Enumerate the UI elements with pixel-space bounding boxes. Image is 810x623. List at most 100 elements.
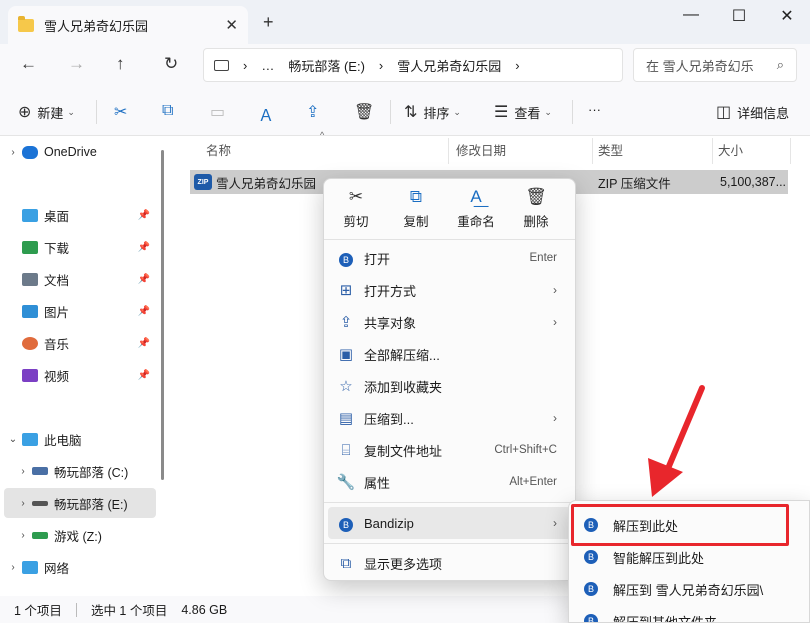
menu-item-show-more[interactable]: ⧉ 显示更多选项: [328, 547, 571, 579]
view-button[interactable]: ☰ 查看 ⌄: [494, 102, 552, 122]
folder-tab[interactable]: 雪人兄弟奇幻乐园 ✕: [8, 6, 248, 44]
sidebar-item-label: 畅玩部落 (C:): [54, 465, 129, 480]
column-divider[interactable]: [592, 138, 593, 164]
context-rename-button[interactable]: A͟ 重命名: [446, 187, 506, 230]
sidebar-item-drive-e[interactable]: › 畅玩部落 (E:): [4, 488, 156, 518]
maximize-button[interactable]: ☐: [716, 6, 762, 26]
sidebar-item-network[interactable]: › 网络: [4, 552, 156, 582]
sidebar-item-desktop[interactable]: 桌面 📌: [4, 200, 156, 230]
pin-icon: 📌: [137, 369, 150, 381]
desktop-icon: [22, 208, 38, 222]
chevron-right-icon[interactable]: ›: [14, 466, 32, 477]
trash-icon: 🗑: [354, 104, 375, 121]
sidebar-item-label: 视频: [44, 369, 70, 384]
refresh-button[interactable]: ↻: [164, 54, 178, 74]
close-window-button[interactable]: ✕: [764, 6, 810, 26]
sidebar-item-onedrive[interactable]: › OneDrive: [4, 137, 156, 167]
breadcrumb-separator: ›: [243, 57, 248, 73]
share-icon: ⇪: [339, 314, 353, 331]
chevron-right-icon[interactable]: ›: [14, 530, 32, 541]
address-bar[interactable]: › … 畅玩部落 (E:) › 雪人兄弟奇幻乐园 ›: [203, 48, 623, 82]
menu-item-label: 打开: [364, 251, 391, 267]
view-label: 查看: [514, 105, 541, 121]
video-icon: [22, 368, 38, 382]
new-tab-button[interactable]: +: [263, 12, 274, 33]
copy-button[interactable]: ⧉: [162, 102, 179, 120]
up-button[interactable]: ↑: [116, 54, 125, 74]
column-divider[interactable]: [712, 138, 713, 164]
sidebar-item-label: 图片: [44, 305, 70, 320]
menu-divider: [324, 543, 575, 544]
sidebar-item-downloads[interactable]: 下载 📌: [4, 232, 156, 262]
menu-item-compress-to[interactable]: ▤ 压缩到... ›: [328, 402, 571, 434]
submenu-label: 解压到其他文件夹: [613, 614, 718, 623]
tab-close-button[interactable]: ✕: [225, 16, 238, 34]
context-cut-button[interactable]: ✂ 剪切: [326, 187, 386, 230]
column-date[interactable]: 修改日期: [456, 140, 506, 159]
navigation-pane: › OneDrive 桌面 📌 下载 📌 文档 📌 图片 📌 音乐 📌 视频 📌: [0, 136, 165, 596]
search-box[interactable]: 在 雪人兄弟奇幻乐 ⌕: [633, 48, 797, 82]
sidebar-item-videos[interactable]: 视频 📌: [4, 360, 156, 390]
sidebar-item-this-pc[interactable]: ⌄ 此电脑: [4, 424, 156, 454]
command-bar: ⊕ 新建 ⌄ ✂ ⧉ ▭ Ａ ⇪ 🗑 ⇅ 排序 ⌄ ☰ 查看 ⌄ ··· ◫ 详…: [0, 88, 810, 136]
chevron-right-icon[interactable]: ›: [14, 498, 32, 509]
context-delete-button[interactable]: 🗑 删除: [506, 187, 566, 230]
sidebar-item-drive-c[interactable]: › 畅玩部落 (C:): [14, 456, 156, 486]
minimize-button[interactable]: —: [668, 6, 714, 24]
sort-button[interactable]: ⇅ 排序 ⌄: [404, 102, 461, 122]
context-copy-button[interactable]: ⧉ 复制: [386, 187, 446, 230]
menu-item-open-with[interactable]: ⊞ 打开方式 ›: [328, 274, 571, 306]
breadcrumb-separator: ›: [515, 57, 520, 73]
bandizip-icon: B: [584, 550, 598, 564]
rename-button[interactable]: Ａ: [258, 102, 280, 126]
back-button[interactable]: ←: [20, 54, 37, 74]
chevron-right-icon[interactable]: ›: [4, 562, 22, 573]
chevron-down-icon: ⌄: [67, 106, 75, 117]
menu-item-label: 共享对象: [364, 315, 417, 331]
search-input[interactable]: 在 雪人兄弟奇幻乐: [646, 56, 777, 75]
chevron-right-icon[interactable]: ›: [4, 147, 22, 158]
file-type: ZIP 压缩文件: [598, 176, 671, 191]
sidebar-item-drive-z[interactable]: › 游戏 (Z:): [14, 520, 156, 550]
breadcrumb-folder[interactable]: 雪人兄弟奇幻乐园: [397, 56, 501, 75]
menu-item-open[interactable]: B 打开 Enter: [328, 242, 571, 274]
breadcrumb-overflow[interactable]: …: [261, 58, 274, 73]
menu-shortcut: Ctrl+Shift+C: [494, 444, 557, 456]
toolbar-divider: [390, 100, 391, 124]
sidebar-item-documents[interactable]: 文档 📌: [4, 264, 156, 294]
context-action-label: 删除: [523, 215, 549, 229]
sidebar-item-pictures[interactable]: 图片 📌: [4, 296, 156, 326]
column-divider[interactable]: [790, 138, 791, 164]
forward-button[interactable]: →: [68, 54, 85, 74]
delete-button[interactable]: 🗑: [354, 102, 380, 122]
sidebar-item-label: 音乐: [44, 337, 70, 352]
more-options-button[interactable]: ···: [588, 102, 601, 117]
item-count: 1 个项目: [14, 604, 62, 618]
menu-item-label: 压缩到...: [364, 411, 414, 427]
chevron-down-icon[interactable]: ⌄: [4, 434, 22, 445]
column-type[interactable]: 类型: [598, 140, 623, 159]
paste-button[interactable]: ▭: [210, 102, 231, 122]
menu-item-properties[interactable]: 🔧 属性 Alt+Enter: [328, 466, 571, 498]
menu-item-copy-path[interactable]: ⌸ 复制文件地址 Ctrl+Shift+C: [328, 434, 571, 466]
submenu-extract-to-folder[interactable]: B 解压到 雪人兄弟奇幻乐园\: [569, 573, 809, 605]
details-pane-button[interactable]: ◫ 详细信息: [716, 102, 789, 122]
extract-folder-icon: ▣: [338, 346, 354, 363]
pin-icon: 📌: [137, 273, 150, 285]
menu-item-extract-all[interactable]: ▣ 全部解压缩...: [328, 338, 571, 370]
column-size[interactable]: 大小: [718, 140, 743, 159]
column-divider[interactable]: [448, 138, 449, 164]
sidebar-item-music[interactable]: 音乐 📌: [4, 328, 156, 358]
submenu-extract-other[interactable]: B 解压到其他文件夹: [569, 605, 809, 623]
share-icon: ⇪: [306, 104, 320, 121]
breadcrumb-drive[interactable]: 畅玩部落 (E:): [288, 56, 365, 75]
menu-item-add-favorites[interactable]: ☆ 添加到收藏夹: [328, 370, 571, 402]
menu-item-share[interactable]: ⇪ 共享对象 ›: [328, 306, 571, 338]
share-button[interactable]: ⇪: [306, 102, 325, 122]
column-name[interactable]: 名称: [206, 140, 231, 159]
sidebar-scrollbar[interactable]: [161, 150, 164, 480]
cut-button[interactable]: ✂: [114, 102, 133, 122]
download-icon: [22, 240, 38, 254]
new-button[interactable]: ⊕ 新建 ⌄: [18, 102, 75, 122]
menu-item-bandizip[interactable]: B Bandizip ›: [328, 507, 571, 539]
